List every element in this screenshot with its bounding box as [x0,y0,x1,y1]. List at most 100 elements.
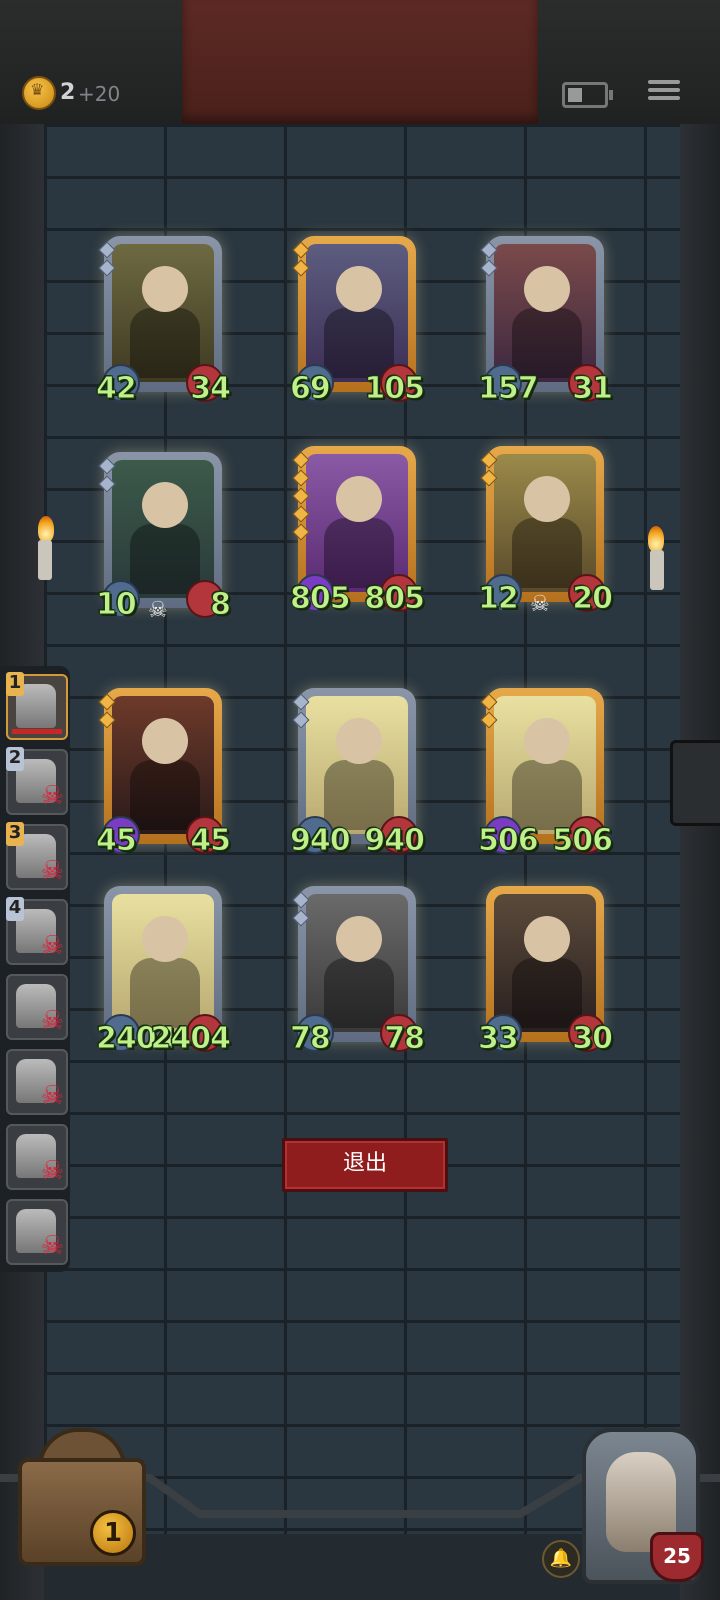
rank-pips [480,693,498,732]
rank-pips [98,241,116,280]
card-beanstalk-egg[interactable]: ☠ 10 8 [96,452,231,623]
top-bar: 2 +20 [0,0,720,127]
turn-order-slot[interactable]: ☠ [6,974,68,1040]
card-health: 105 [364,371,426,407]
rank-pips [292,241,310,280]
figure-head [524,266,570,312]
candle-icon [38,540,52,580]
card-health: 20 [572,581,614,617]
figure-body [130,958,200,1028]
defeated-skull-icon: ☠ [40,931,64,961]
card-portrait [306,454,408,592]
torch-flame-icon [648,526,664,552]
treasure-chest[interactable]: 1 [8,1428,148,1568]
battery-icon [562,82,613,108]
turn-order-number: 4 [6,897,24,921]
card-attack: 506 [478,823,540,859]
skull-icon: ☠ [148,598,168,623]
defeated-skull-icon: ☠ [40,856,64,886]
rank-pips [98,457,116,496]
figure-body [324,760,394,830]
card-dwarf-warrior-base[interactable]: 2404 2404 [96,886,231,1057]
door-latch [670,740,720,826]
card-health: 45 [190,823,232,859]
card-health: 30 [572,1021,614,1057]
menu-icon[interactable] [648,76,680,106]
right-pillar [680,124,720,1600]
figure-head [524,476,570,522]
card-portrait [494,244,596,382]
rank-pips [292,451,310,544]
card-attack: 940 [290,823,352,859]
figure-body [130,760,200,830]
coin-count: 2 [60,80,76,105]
card-portrait [112,244,214,382]
card-attack: 45 [96,823,138,859]
card-portrait [494,696,596,834]
figure-body [512,518,582,588]
card-health: 34 [190,371,232,407]
figure-head [524,718,570,764]
defeated-skull-icon: ☠ [40,1006,64,1036]
card-portrait [306,244,408,382]
card-lumberjack[interactable]: 78 78 [290,886,425,1057]
card-pinocchio[interactable]: ☠ 12 20 [478,446,613,617]
turn-order-slot[interactable]: ☠ [6,1124,68,1190]
figure-body [512,760,582,830]
exit-button[interactable]: 退出 [282,1138,448,1192]
card-masked-rabbit[interactable]: 33 30 [478,886,613,1057]
rank-pips [98,693,116,732]
card-portrait [112,696,214,834]
card-health: 805 [364,581,426,617]
card-attack: 42 [96,371,138,407]
card-attack: 10 [96,587,138,623]
card-hooded-assassin[interactable]: 45 45 [96,688,231,859]
card-attack: 805 [290,581,352,617]
card-dwarf-warrior-silver[interactable]: 940 940 [290,688,425,859]
turn-order-number: 1 [6,672,24,696]
turn-order-number: 3 [6,822,24,846]
card-health: 506 [552,823,614,859]
figure-head [336,916,382,962]
figure-head [142,482,188,528]
figure-head [336,266,382,312]
defeated-skull-icon: ☠ [40,1156,64,1186]
card-health: 78 [384,1021,426,1057]
card-attack: 157 [478,371,540,407]
torch-flame-icon [38,516,54,542]
card-dwarf-warrior-gold[interactable]: 506 506 [478,688,613,859]
figure-head [142,916,188,962]
card-swamp-witch[interactable]: 42 34 [96,236,231,407]
figure-head [336,476,382,522]
figure-body [512,958,582,1028]
figure-body [130,308,200,378]
bell-icon[interactable]: 🔔 [542,1540,580,1578]
card-health: 31 [572,371,614,407]
turn-order-slot[interactable]: ☠ [6,1199,68,1265]
defeated-skull-icon: ☠ [40,781,64,811]
card-portrait [112,894,214,1032]
turn-order-slot[interactable]: 3 ☠ [6,822,68,890]
figure-body [324,518,394,588]
card-health: 940 [364,823,426,859]
card-leaf-sprout[interactable]: 805 805 [290,446,425,617]
card-attack: 78 [290,1021,332,1057]
card-clown-jester[interactable]: 157 31 [478,236,613,407]
rank-pips [292,693,310,732]
card-portrait [112,460,214,598]
figure-body [324,308,394,378]
figure-head [336,718,382,764]
turn-order-slot[interactable]: 2 ☠ [6,747,68,815]
defeated-skull-icon: ☠ [40,1231,64,1261]
card-elf-sorceress[interactable]: 69 105 [290,236,425,407]
defeated-skull-icon: ☠ [40,1081,64,1111]
turn-order-slot[interactable]: 1 [6,672,68,740]
candle-icon [650,550,664,590]
turn-order-slot[interactable]: 4 ☠ [6,897,68,965]
card-portrait [306,894,408,1032]
figure-body [512,308,582,378]
figure-head [142,266,188,312]
turn-order-slot[interactable]: ☠ [6,1049,68,1115]
turn-order-number: 2 [6,747,24,771]
card-portrait [306,696,408,834]
